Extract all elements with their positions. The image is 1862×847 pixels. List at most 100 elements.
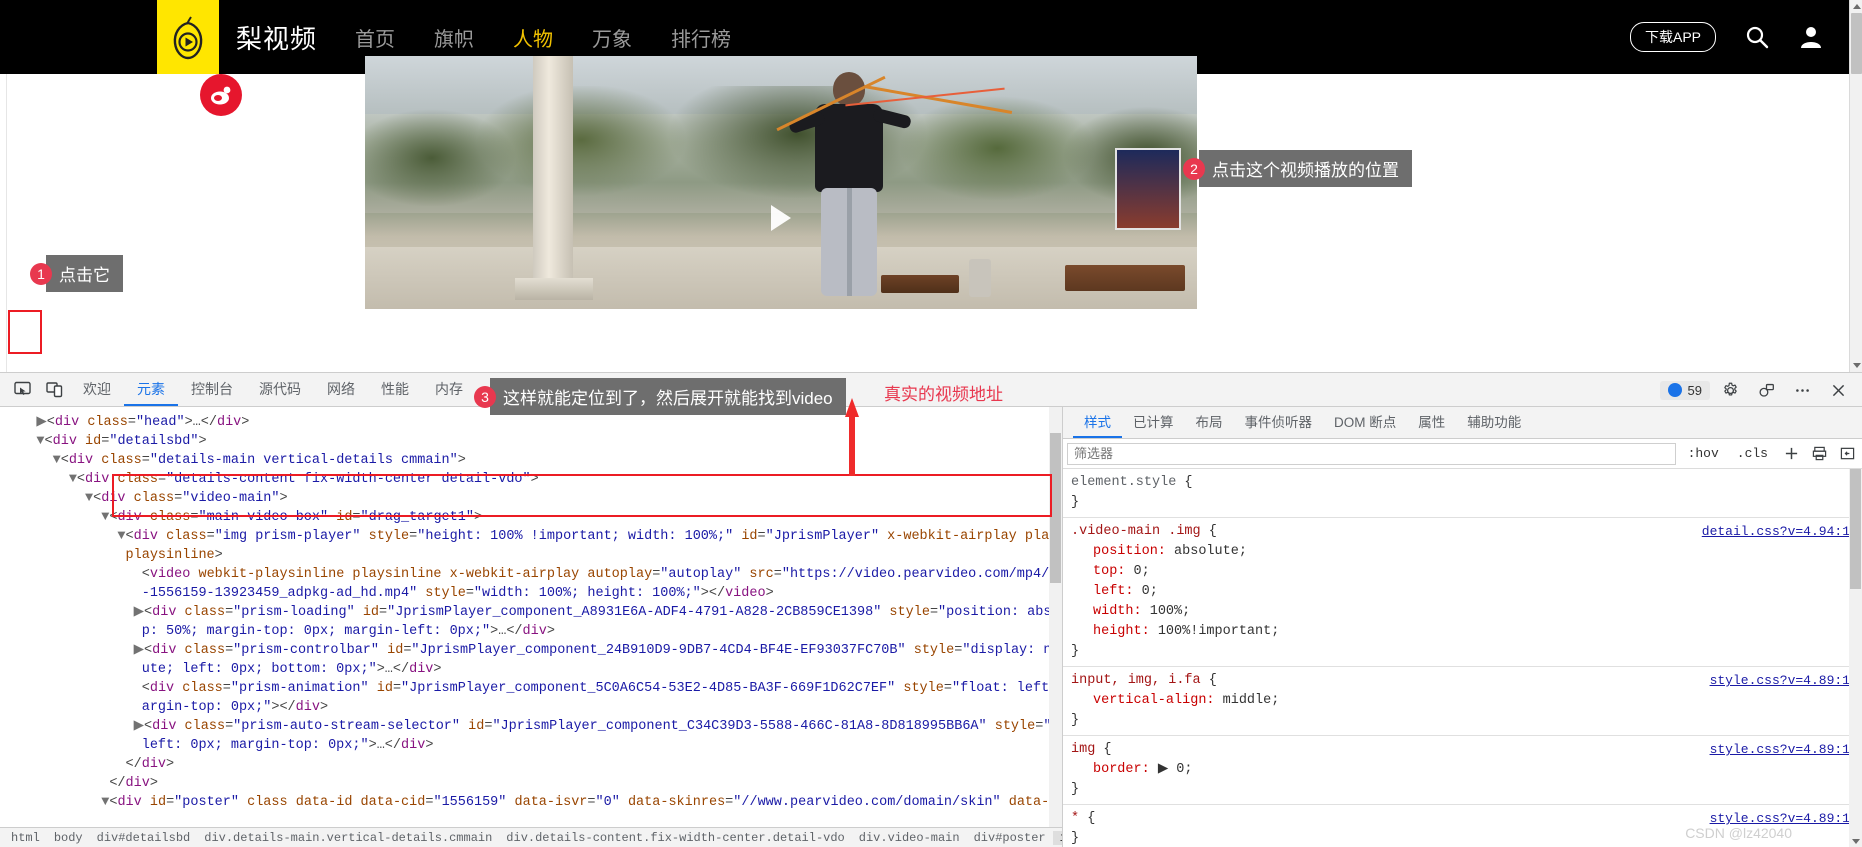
breadcrumb-item[interactable]: div.details-main.vertical-details.cmmain [197,831,499,845]
css-rule-source-link[interactable]: style.css?v=4.89:1 [1710,740,1850,760]
css-rule[interactable]: * {style.css?v=4.89:1} [1063,805,1862,847]
device-toolbar-icon[interactable] [38,376,70,404]
tab-sources[interactable]: 源代码 [246,373,314,406]
chevron-down-icon[interactable]: ▼ [117,529,125,544]
tab-console[interactable]: 控制台 [178,373,246,406]
dom-node-line[interactable]: ▶<div class="prism-loading" id="JprismPl… [4,603,1062,622]
dom-node-line[interactable]: ▼<div class="img prism-player" style="he… [4,527,1062,546]
tab-elements[interactable]: 元素 [124,373,178,406]
dom-node-line[interactable]: ▼<div class="details-main vertical-detai… [4,451,1062,470]
dom-node-line[interactable]: ▼<div class="details-content fix-width-c… [4,470,1062,489]
download-app-button[interactable]: 下载APP [1629,22,1716,52]
breadcrumb[interactable]: html body div#detailsbd div.details-main.ve… [0,827,1062,847]
dom-tree-pane[interactable]: ▶<div class="head">…</div> ▼<div id="det… [0,407,1063,847]
tab-performance[interactable]: 性能 [368,373,422,406]
dom-node-line[interactable]: ▼<div class="main-video-box" id="drag_ta… [4,508,1062,527]
dom-node-line[interactable]: ▼<div class="video-main"> [4,489,1062,508]
plus-icon[interactable] [1780,443,1802,465]
scroll-up-arrow-icon[interactable] [1850,0,1862,13]
css-rule[interactable]: input, img, i.fa {style.css?v=4.89:1 vert… [1063,667,1862,736]
dom-node-line[interactable]: <div class="prism-animation" id="JprismP… [4,679,1062,698]
css-declaration[interactable]: left: 0; [1071,582,1862,602]
chevron-right-icon[interactable]: ▶ [134,605,144,620]
site-logo[interactable] [157,0,219,74]
hover-state-button[interactable]: :hov [1682,446,1725,461]
dom-node-line[interactable]: ▼<div id="poster" class data-id data-cid… [4,793,1062,812]
close-icon[interactable] [1822,376,1854,404]
gear-icon[interactable] [1714,376,1746,404]
chevron-right-icon[interactable]: ▶ [134,719,144,734]
breadcrumb-item[interactable]: img.img [1052,831,1062,845]
css-declaration[interactable]: vertical-align: middle; [1071,691,1862,711]
scrollbar-thumb[interactable] [1851,13,1862,74]
breadcrumb-item[interactable]: div#poster [967,831,1053,845]
dom-node-line[interactable]: playsinline> [4,546,1062,565]
print-style-icon[interactable] [1808,443,1830,465]
dom-node-line[interactable]: ▶<div class="head">…</div> [4,413,1062,432]
user-avatar-icon[interactable] [1798,24,1824,50]
nav-item-ranking[interactable]: 排行榜 [671,23,731,52]
css-rule[interactable]: element.style {} [1063,469,1862,518]
css-rule[interactable]: img {style.css?v=4.89:1 border: ▶ 0;} [1063,736,1862,805]
css-rule-source-link[interactable]: style.css?v=4.89:1 [1710,671,1850,691]
dom-node-line[interactable]: left: 0px; margin-top: 0px;">…</div> [4,736,1062,755]
dom-node-line[interactable]: ▶<div class="prism-auto-stream-selector"… [4,717,1062,736]
tab-properties[interactable]: 属性 [1407,407,1456,438]
styles-scrollbar[interactable] [1849,469,1862,847]
css-declaration[interactable]: position: absolute; [1071,542,1862,562]
css-declaration[interactable]: border: ▶ 0; [1071,760,1862,780]
dom-node-line[interactable]: </div> [4,755,1062,774]
nav-item-home[interactable]: 首页 [355,23,395,52]
styles-rules-list[interactable]: element.style {} .video-main .img {detail… [1063,469,1862,847]
tab-layout[interactable]: 布局 [1185,407,1234,438]
video-player-stage[interactable] [365,56,1197,309]
breadcrumb-item[interactable]: div.video-main [852,831,967,845]
element-class-button[interactable]: .cls [1731,446,1774,461]
chevron-down-icon[interactable]: ▼ [53,453,61,468]
tab-network[interactable]: 网络 [314,373,368,406]
css-rule-selector[interactable]: element.style { [1071,473,1862,493]
css-declaration[interactable]: width: 100%; [1071,602,1862,622]
css-declaration[interactable]: top: 0; [1071,562,1862,582]
dom-node-line[interactable]: ▶<div class="prism-controlbar" id="Jpris… [4,641,1062,660]
dom-node-line[interactable]: ute; left: 0px; bottom: 0px;">…</div> [4,660,1062,679]
css-rule-source-link[interactable]: style.css?v=4.89:1 [1710,809,1850,829]
tab-welcome[interactable]: 欢迎 [70,373,124,406]
dom-node-line[interactable]: </div> [4,774,1062,793]
dom-node-line[interactable]: ▼<div id="detailsbd"> [4,432,1062,451]
dom-node-line[interactable]: p: 50%; margin-top: 0px; margin-left: 0p… [4,622,1062,641]
breadcrumb-item[interactable]: body [47,831,90,845]
nav-item-people[interactable]: 人物 [513,23,553,52]
chevron-right-icon[interactable]: ▶ [36,415,46,430]
css-declaration[interactable]: height: 100%!important; [1071,622,1862,642]
tab-dom-breakpoints[interactable]: DOM 断点 [1323,407,1407,438]
chevron-down-icon[interactable]: ▼ [69,472,77,487]
devtools-panel-icon[interactable] [1750,376,1782,404]
weibo-share-icon[interactable] [200,74,242,116]
page-scrollbar[interactable] [1849,0,1862,372]
toggle-sidebar-icon[interactable] [1836,443,1858,465]
scroll-down-arrow-icon[interactable] [1850,359,1862,372]
tab-computed[interactable]: 已计算 [1122,407,1185,438]
chevron-down-icon[interactable]: ▼ [85,491,93,506]
dom-tree[interactable]: ▶<div class="head">…</div> ▼<div id="det… [0,407,1062,812]
breadcrumb-item[interactable]: div#detailsbd [90,831,198,845]
scrollbar-thumb[interactable] [1850,469,1861,589]
dom-node-line[interactable]: -1556159-13923459_adpkg-ad_hd.mp4" style… [4,584,1062,603]
dom-tree-scrollbar[interactable] [1049,407,1062,847]
nav-item-flag[interactable]: 旗帜 [434,23,474,52]
tab-event-listeners[interactable]: 事件侦听器 [1234,407,1324,438]
search-icon[interactable] [1744,24,1770,50]
chevron-right-icon[interactable]: ▶ [134,643,144,658]
css-rule-source-link[interactable]: detail.css?v=4.94:1 [1702,522,1850,542]
styles-filter-input[interactable] [1067,442,1676,465]
issues-badge[interactable]: 59 [1659,380,1710,400]
play-triangle-icon[interactable] [771,205,791,231]
inspect-element-icon[interactable] [6,376,38,404]
breadcrumb-item[interactable]: html [4,831,47,845]
scrollbar-thumb[interactable] [1050,433,1061,583]
tab-styles[interactable]: 样式 [1073,407,1122,438]
scroll-down-arrow-icon[interactable] [1849,835,1862,847]
breadcrumb-item[interactable]: div.details-content.fix-width-center.det… [499,831,851,845]
dom-node-line[interactable]: argin-top: 0px;"></div> [4,698,1062,717]
